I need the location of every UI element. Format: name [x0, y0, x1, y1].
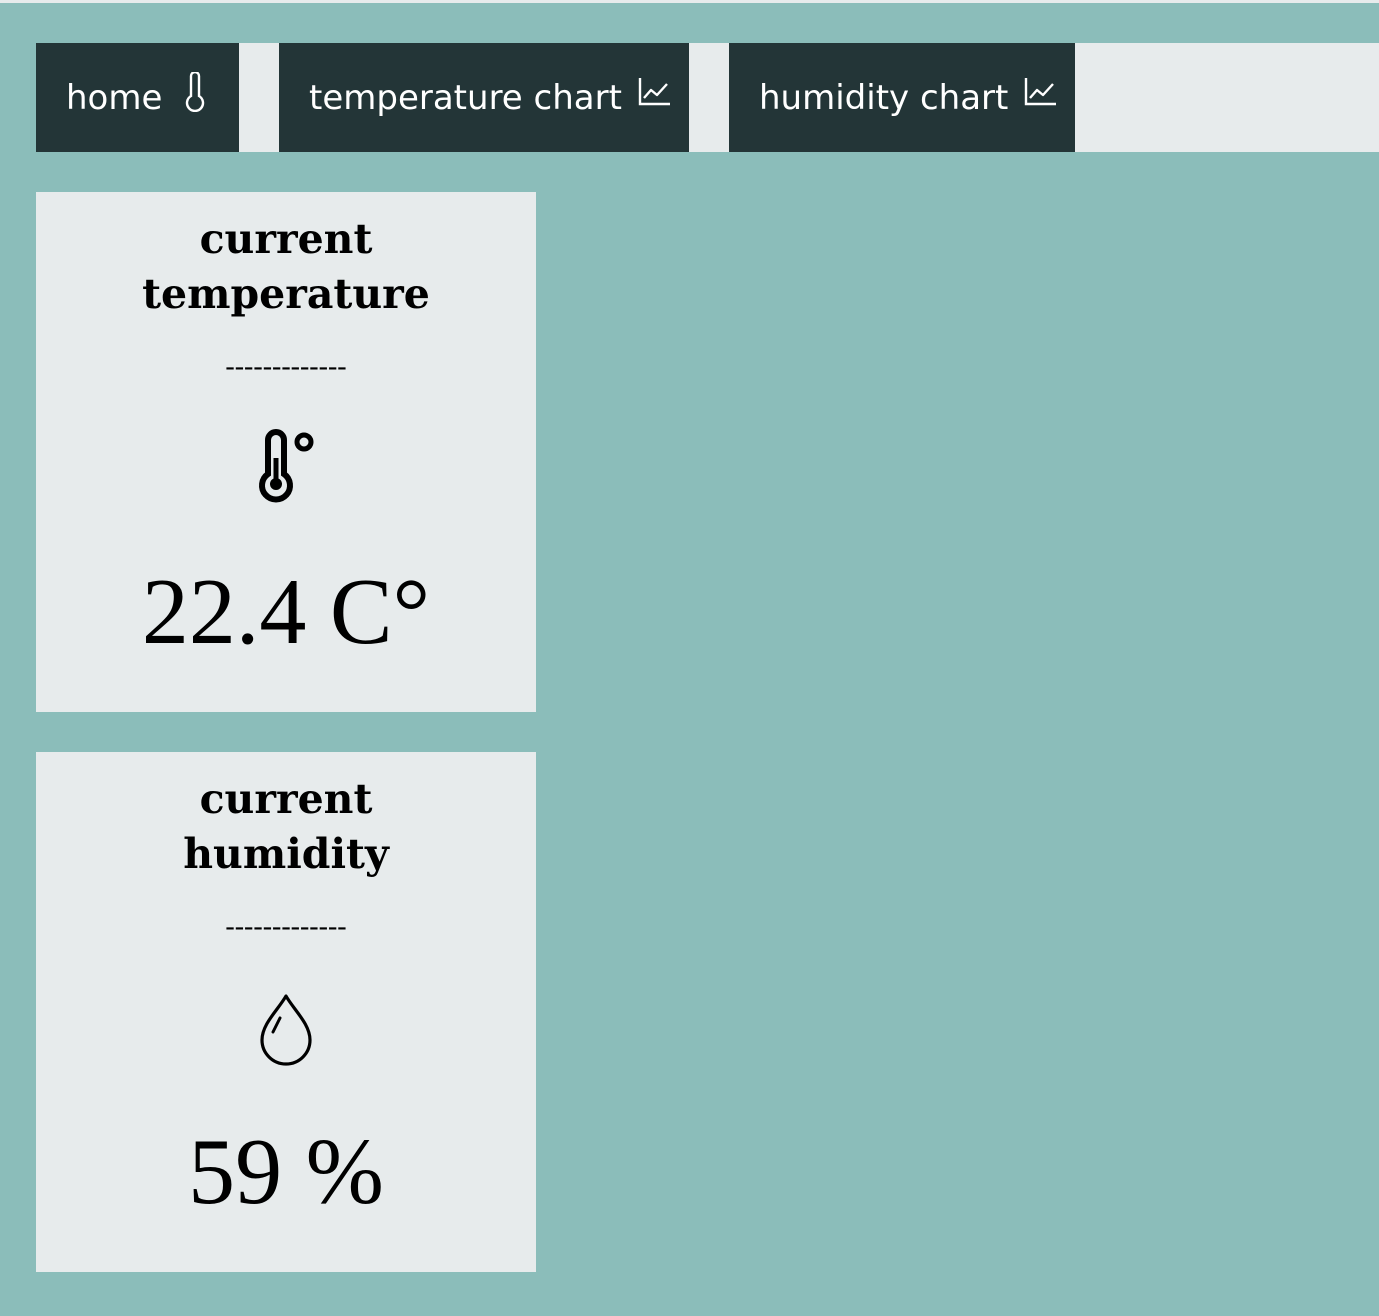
- humidity-card-divider: -------------: [225, 911, 347, 942]
- nav-temperature-chart-link[interactable]: temperature chart: [279, 43, 689, 152]
- navbar: home temperature chart humidity chart: [36, 43, 1379, 152]
- nav-home-link[interactable]: home: [36, 43, 239, 152]
- line-chart-icon: [638, 77, 670, 105]
- nav-humidity-chart-link[interactable]: humidity chart: [729, 43, 1075, 152]
- temperature-card-divider: -------------: [225, 351, 347, 382]
- nav-temperature-chart-label: temperature chart: [309, 77, 622, 118]
- temperature-value: 22.4 C°: [141, 560, 431, 664]
- nav-humidity-chart-label: humidity chart: [759, 77, 1009, 118]
- temperature-title-line2: temperature: [142, 270, 430, 318]
- humidity-title-line2: humidity: [183, 830, 389, 878]
- line-chart-icon: [1025, 77, 1057, 105]
- thermometer-icon: [186, 71, 205, 112]
- water-drop-icon: [260, 994, 312, 1066]
- humidity-card: current humidity ------------- 59 %: [36, 752, 536, 1272]
- temperature-title-line1: current: [199, 215, 373, 263]
- humidity-value: 59 %: [188, 1120, 384, 1224]
- nav-home-label: home: [66, 77, 163, 118]
- temperature-card: current temperature ------------- 22.4 C…: [36, 192, 536, 712]
- humidity-title-line1: current: [199, 775, 373, 823]
- top-strip: [0, 0, 1379, 3]
- humidity-card-title: current humidity: [36, 772, 536, 882]
- thermometer-degree-icon: [259, 429, 314, 503]
- temperature-card-title: current temperature: [36, 212, 536, 322]
